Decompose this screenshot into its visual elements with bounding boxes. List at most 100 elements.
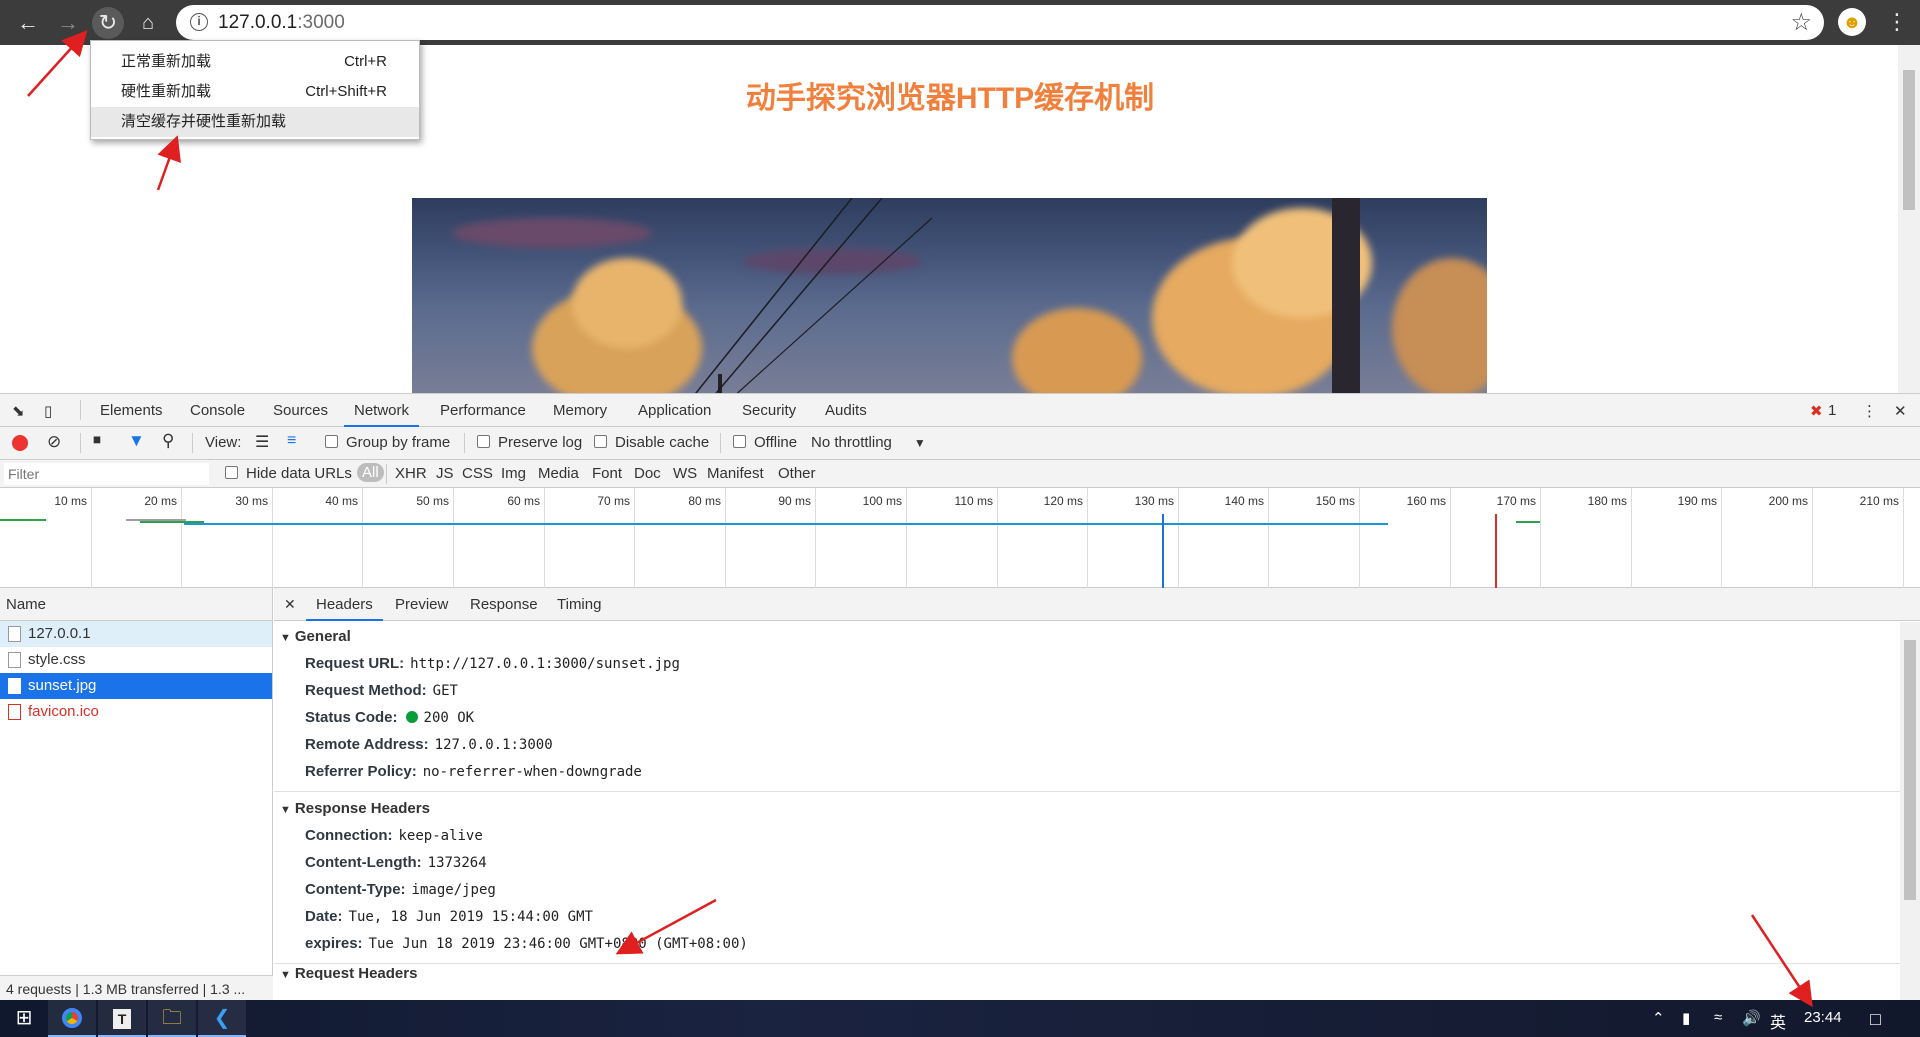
timeline-tick-label: 140 ms — [1224, 494, 1264, 508]
tab-performance[interactable]: Performance — [440, 402, 526, 419]
show-hidden-icons-icon[interactable]: ⌃ — [1652, 1009, 1665, 1027]
preserve-log-checkbox[interactable]: Preserve log — [477, 434, 582, 451]
filter-type-js[interactable]: JS — [436, 465, 454, 482]
tab-network[interactable]: Network — [343, 402, 420, 427]
filter-icon[interactable]: ▼ — [128, 431, 145, 451]
tab-memory[interactable]: Memory — [553, 402, 607, 419]
battery-icon[interactable]: ▮ — [1682, 1009, 1690, 1027]
chrome-app-icon[interactable] — [48, 1000, 96, 1037]
menu-item-empty-cache-hard-reload[interactable]: 清空缓存并硬性重新加载 — [91, 107, 419, 137]
response-headers-title: Response Headers — [294, 800, 430, 817]
request-headers-section-toggle[interactable]: ▼ Request Headers — [274, 968, 1900, 980]
error-icon[interactable]: ✖ — [1810, 402, 1823, 420]
devtools-menu-icon[interactable]: ⋮ — [1862, 402, 1877, 420]
tab-console[interactable]: Console — [190, 402, 245, 419]
request-headers-title: Request Headers — [294, 968, 418, 980]
address-bar[interactable]: i 127.0.0.1:3000 ☆ — [176, 5, 1824, 40]
tab-security[interactable]: Security — [742, 402, 796, 419]
timeline-tick-label: 210 ms — [1859, 494, 1899, 508]
detail-scrollbar[interactable] — [1900, 622, 1920, 1001]
timeline-gridline — [906, 488, 907, 588]
hide-data-urls-checkbox[interactable]: Hide data URLs — [225, 465, 352, 482]
request-name: favicon.ico — [28, 703, 99, 720]
timeline-tick-label: 150 ms — [1315, 494, 1355, 508]
waterfall-icon[interactable]: ≡ — [287, 432, 296, 450]
header-value: 127.0.0.1:3000 — [434, 737, 553, 753]
request-row[interactable]: sunset.jpg — [0, 673, 272, 699]
menu-item-hard-reload[interactable]: 硬性重新加载 Ctrl+Shift+R — [91, 77, 419, 107]
filter-type-all[interactable]: All — [357, 463, 384, 482]
filter-type-font[interactable]: Font — [592, 465, 622, 482]
clear-icon[interactable]: ⊘ — [47, 432, 61, 452]
back-icon[interactable]: ← — [12, 7, 44, 39]
header-row: expires: Tue Jun 18 2019 23:46:00 GMT+080… — [274, 930, 1900, 957]
page-scrollbar[interactable] — [1898, 45, 1920, 393]
vscode-app-icon[interactable]: ❮ — [198, 1000, 246, 1037]
throttling-select[interactable]: No throttling ▼ — [811, 434, 926, 451]
clock[interactable]: 23:44 — [1804, 1009, 1842, 1026]
filter-bar: Hide data URLs All XHR JS CSS Img Media … — [0, 460, 1920, 488]
inspect-element-icon[interactable]: ⬊ — [12, 402, 25, 420]
timeline-gridline — [1087, 488, 1088, 588]
file-explorer-icon[interactable]: 🗀 — [148, 1000, 196, 1037]
capture-screenshots-icon[interactable]: ⏹ — [93, 432, 101, 450]
tab-elements[interactable]: Elements — [100, 402, 163, 419]
request-row[interactable]: style.css — [0, 647, 272, 673]
timeline-tick-label: 20 ms — [144, 494, 177, 508]
group-by-frame-label: Group by frame — [346, 434, 451, 451]
tab-preview[interactable]: Preview — [395, 596, 448, 613]
timeline-tick-label: 190 ms — [1677, 494, 1717, 508]
action-center-icon[interactable]: □ — [1870, 1009, 1881, 1030]
windows-start-icon[interactable]: ⊞ — [0, 1000, 48, 1037]
offline-checkbox[interactable]: Offline — [733, 434, 797, 451]
header-key: Content-Length: — [305, 854, 422, 871]
reload-icon[interactable]: ↻ — [92, 7, 124, 39]
home-icon[interactable]: ⌂ — [132, 7, 164, 39]
filter-type-doc[interactable]: Doc — [634, 465, 661, 482]
wifi-icon[interactable]: ≈ — [1714, 1009, 1722, 1026]
timeline-gridline — [997, 488, 998, 588]
typora-app-icon[interactable]: T — [98, 1000, 146, 1037]
timeline-gridline — [634, 488, 635, 588]
network-overview-timeline[interactable]: 10 ms 20 ms 30 ms 40 ms 50 ms 60 ms 70 ms 80 ms… — [0, 488, 1920, 588]
request-row[interactable]: 127.0.0.1 — [0, 621, 272, 647]
bookmark-star-icon[interactable]: ☆ — [1790, 8, 1812, 37]
filter-type-img[interactable]: Img — [501, 465, 526, 482]
filter-type-xhr[interactable]: XHR — [395, 465, 427, 482]
filter-type-manifest[interactable]: Manifest — [707, 465, 764, 482]
filter-type-other[interactable]: Other — [778, 465, 816, 482]
request-row[interactable]: favicon.ico — [0, 699, 272, 725]
filter-input[interactable] — [4, 463, 209, 485]
timeline-tick-label: 70 ms — [597, 494, 630, 508]
tab-application[interactable]: Application — [638, 402, 711, 419]
tab-sources[interactable]: Sources — [273, 402, 328, 419]
response-headers-section-toggle[interactable]: ▼ Response Headers — [274, 796, 1900, 822]
timeline-gridline — [725, 488, 726, 588]
tab-response[interactable]: Response — [470, 596, 538, 613]
ime-indicator[interactable]: 英 — [1770, 1009, 1786, 1033]
close-devtools-icon[interactable]: ✕ — [1894, 402, 1907, 420]
tab-headers[interactable]: Headers — [306, 596, 383, 621]
browser-menu-icon[interactable]: ⋮ — [1886, 6, 1908, 38]
large-rows-icon[interactable]: ☰ — [255, 432, 269, 452]
tab-audits[interactable]: Audits — [825, 402, 867, 419]
forward-icon[interactable]: → — [52, 7, 84, 39]
volume-icon[interactable]: 🔊 — [1742, 1009, 1761, 1027]
group-by-frame-checkbox[interactable]: Group by frame — [325, 434, 450, 451]
disable-cache-checkbox[interactable]: Disable cache — [594, 434, 709, 451]
record-icon[interactable] — [12, 435, 28, 451]
profile-avatar-icon[interactable]: ☻ — [1838, 8, 1866, 36]
filter-type-css[interactable]: CSS — [462, 465, 493, 482]
name-column-header[interactable]: Name — [0, 588, 272, 621]
menu-item-normal-reload[interactable]: 正常重新加载 Ctrl+R — [91, 47, 419, 77]
search-icon[interactable]: ⚲ — [162, 431, 174, 451]
header-value: keep-alive — [398, 828, 483, 844]
info-icon[interactable]: i — [190, 13, 208, 31]
device-toolbar-icon[interactable]: ▯ — [44, 402, 52, 420]
filter-type-ws[interactable]: WS — [673, 465, 697, 482]
close-detail-icon[interactable]: ✕ — [284, 596, 296, 613]
error-count[interactable]: 1 — [1828, 402, 1836, 419]
tab-timing[interactable]: Timing — [557, 596, 601, 613]
general-section-toggle[interactable]: ▼ General — [274, 624, 1900, 650]
filter-type-media[interactable]: Media — [538, 465, 579, 482]
